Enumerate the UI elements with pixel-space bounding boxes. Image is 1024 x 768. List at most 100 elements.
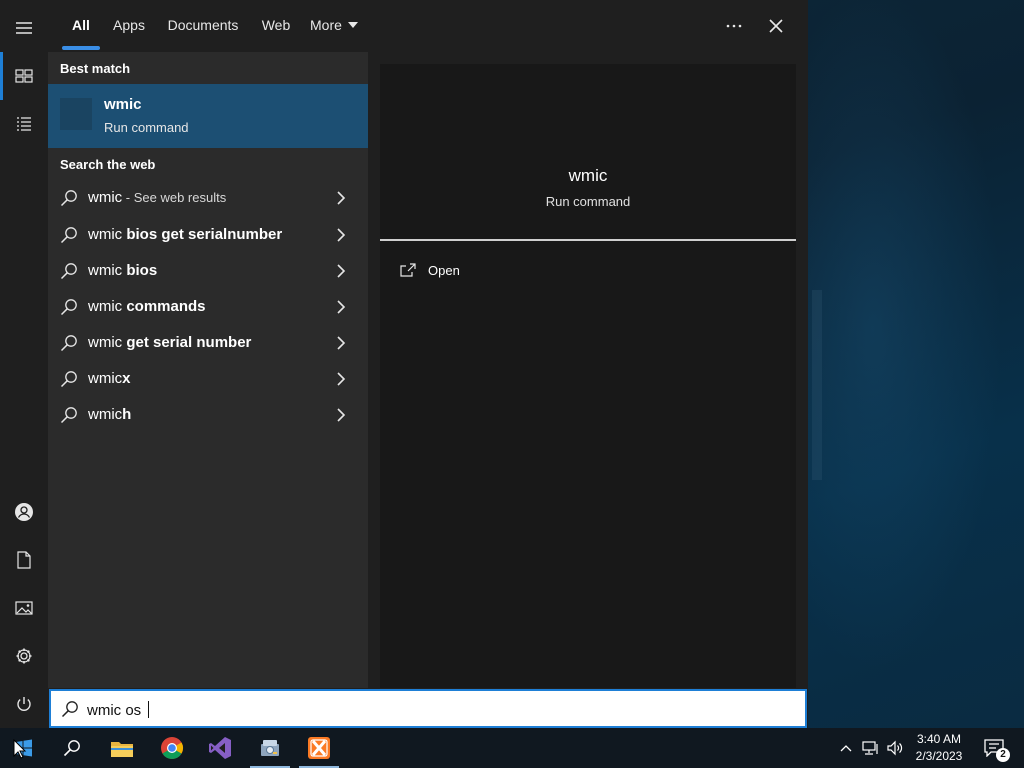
clock-date: 2/3/2023 bbox=[915, 749, 963, 763]
web-suggestion-text: wmic - See web results bbox=[88, 189, 226, 206]
web-suggestion-row[interactable]: wmich bbox=[48, 397, 368, 433]
taskbar-clock[interactable]: 3:40 AM 2/3/2023 bbox=[908, 731, 970, 765]
power-icon[interactable] bbox=[0, 680, 48, 728]
chevron-down-icon bbox=[347, 22, 358, 28]
preview-pane: wmic Run command Open bbox=[380, 64, 796, 688]
xampp-icon[interactable] bbox=[295, 728, 343, 768]
mouse-cursor-icon bbox=[13, 739, 27, 759]
suggestion-prefix: wmic bbox=[88, 298, 127, 315]
web-suggestion-text: wmic commands bbox=[88, 298, 206, 315]
web-suggestion-row[interactable]: wmic commands bbox=[48, 289, 368, 325]
desktop-background bbox=[808, 0, 1024, 728]
preview-divider bbox=[380, 239, 796, 241]
chevron-right-icon bbox=[337, 191, 346, 205]
suggestion-highlight: h bbox=[122, 406, 132, 423]
open-external-icon bbox=[400, 263, 416, 277]
web-suggestion-text: wmic bios bbox=[88, 262, 157, 279]
open-action-label: Open bbox=[428, 262, 460, 278]
file-explorer-icon[interactable] bbox=[98, 728, 146, 768]
suggestion-prefix: wmic bbox=[88, 189, 123, 206]
taskbar: 3:40 AM 2/3/2023 2 bbox=[0, 728, 1024, 768]
action-center-icon[interactable]: 2 bbox=[978, 728, 1010, 768]
suggestion-prefix: wmic bbox=[88, 406, 123, 423]
tab-web[interactable]: Web bbox=[254, 0, 298, 50]
search-icon bbox=[60, 371, 77, 388]
suggestion-highlight: commands bbox=[126, 298, 206, 315]
suggestion-prefix: wmic bbox=[88, 262, 127, 279]
tab-documents[interactable]: Documents bbox=[162, 0, 244, 50]
search-icon[interactable] bbox=[48, 728, 96, 768]
active-tab-indicator bbox=[62, 46, 100, 50]
search-web-heading: Search the web bbox=[60, 157, 156, 172]
web-suggestion-text: wmic bios get serialnumber bbox=[88, 226, 282, 243]
web-suggestion-row[interactable]: wmicx bbox=[48, 361, 368, 397]
web-suggestion-text: wmich bbox=[88, 406, 131, 423]
visual-studio-icon[interactable] bbox=[196, 728, 244, 768]
desktop-window-edge bbox=[812, 290, 822, 480]
chevron-right-icon bbox=[337, 336, 346, 350]
disk-utility-icon[interactable] bbox=[246, 728, 294, 768]
search-icon bbox=[60, 407, 77, 424]
run-command-icon bbox=[60, 98, 92, 130]
tab-more-label: More bbox=[310, 17, 342, 33]
text-caret bbox=[148, 701, 150, 718]
notification-badge: 2 bbox=[996, 748, 1010, 762]
search-tabs: All Apps Documents Web More bbox=[48, 0, 808, 52]
chrome-icon[interactable] bbox=[148, 728, 196, 768]
chevron-right-icon bbox=[337, 264, 346, 278]
tab-more[interactable]: More bbox=[310, 0, 366, 50]
tab-apps[interactable]: Apps bbox=[106, 0, 152, 50]
clock-time: 3:40 AM bbox=[916, 732, 962, 746]
search-icon bbox=[60, 263, 77, 280]
search-icon bbox=[61, 701, 78, 718]
search-icon bbox=[60, 190, 77, 207]
ellipsis-icon[interactable] bbox=[714, 6, 754, 46]
volume-icon[interactable] bbox=[884, 728, 906, 768]
results-list: Best match wmic Run command Search the w… bbox=[48, 52, 368, 688]
search-icon bbox=[60, 299, 77, 316]
start-left-rail bbox=[0, 0, 48, 728]
suggestion-highlight: x bbox=[122, 370, 131, 387]
network-icon[interactable] bbox=[860, 728, 882, 768]
search-query-text: wmic os bbox=[87, 702, 146, 719]
web-suggestion-row[interactable]: wmic - See web results bbox=[48, 180, 368, 216]
chevron-right-icon bbox=[337, 300, 346, 314]
best-match-heading: Best match bbox=[60, 61, 131, 76]
chevron-up-icon[interactable] bbox=[836, 728, 856, 768]
search-flyout: All Apps Documents Web More Best match w… bbox=[48, 0, 808, 728]
close-icon[interactable] bbox=[756, 6, 796, 46]
hamburger-menu-icon[interactable] bbox=[0, 4, 48, 52]
best-match-type: Run command bbox=[104, 120, 189, 135]
documents-list-icon[interactable] bbox=[0, 100, 48, 148]
pictures-icon[interactable] bbox=[0, 584, 48, 632]
web-suggestion-row[interactable]: wmic get serial number bbox=[48, 325, 368, 361]
user-icon[interactable] bbox=[0, 488, 48, 536]
settings-icon[interactable] bbox=[0, 632, 48, 680]
web-suggestion-text: wmic get serial number bbox=[88, 334, 251, 351]
best-match-item[interactable]: wmic Run command bbox=[48, 84, 368, 148]
best-match-name: wmic bbox=[104, 96, 142, 113]
tab-all[interactable]: All bbox=[62, 0, 100, 50]
chevron-right-icon bbox=[337, 408, 346, 422]
chevron-right-icon bbox=[337, 372, 346, 386]
suggestion-prefix: wmic bbox=[88, 370, 123, 387]
suggestion-prefix: wmic bbox=[88, 226, 127, 243]
search-icon bbox=[60, 227, 77, 244]
suggestion-suffix: - See web results bbox=[122, 190, 227, 205]
web-suggestion-row[interactable]: wmic bios get serialnumber bbox=[48, 217, 368, 253]
web-suggestion-row[interactable]: wmic bios bbox=[48, 253, 368, 289]
document-icon[interactable] bbox=[0, 536, 48, 584]
open-action[interactable]: Open bbox=[400, 260, 460, 280]
suggestion-highlight: get serial number bbox=[126, 334, 252, 351]
web-suggestion-text: wmicx bbox=[88, 370, 131, 387]
preview-subtitle: Run command bbox=[545, 194, 631, 209]
search-input[interactable]: wmic os bbox=[49, 689, 807, 728]
home-tiles-icon[interactable] bbox=[0, 52, 48, 100]
suggestion-highlight: bios bbox=[126, 262, 158, 279]
suggestion-highlight: bios get serialnumber bbox=[126, 226, 283, 243]
preview-title: wmic bbox=[568, 166, 608, 185]
suggestion-prefix: wmic bbox=[88, 334, 127, 351]
search-input-value: wmic os bbox=[87, 701, 150, 719]
chevron-right-icon bbox=[337, 228, 346, 242]
search-icon bbox=[60, 335, 77, 352]
